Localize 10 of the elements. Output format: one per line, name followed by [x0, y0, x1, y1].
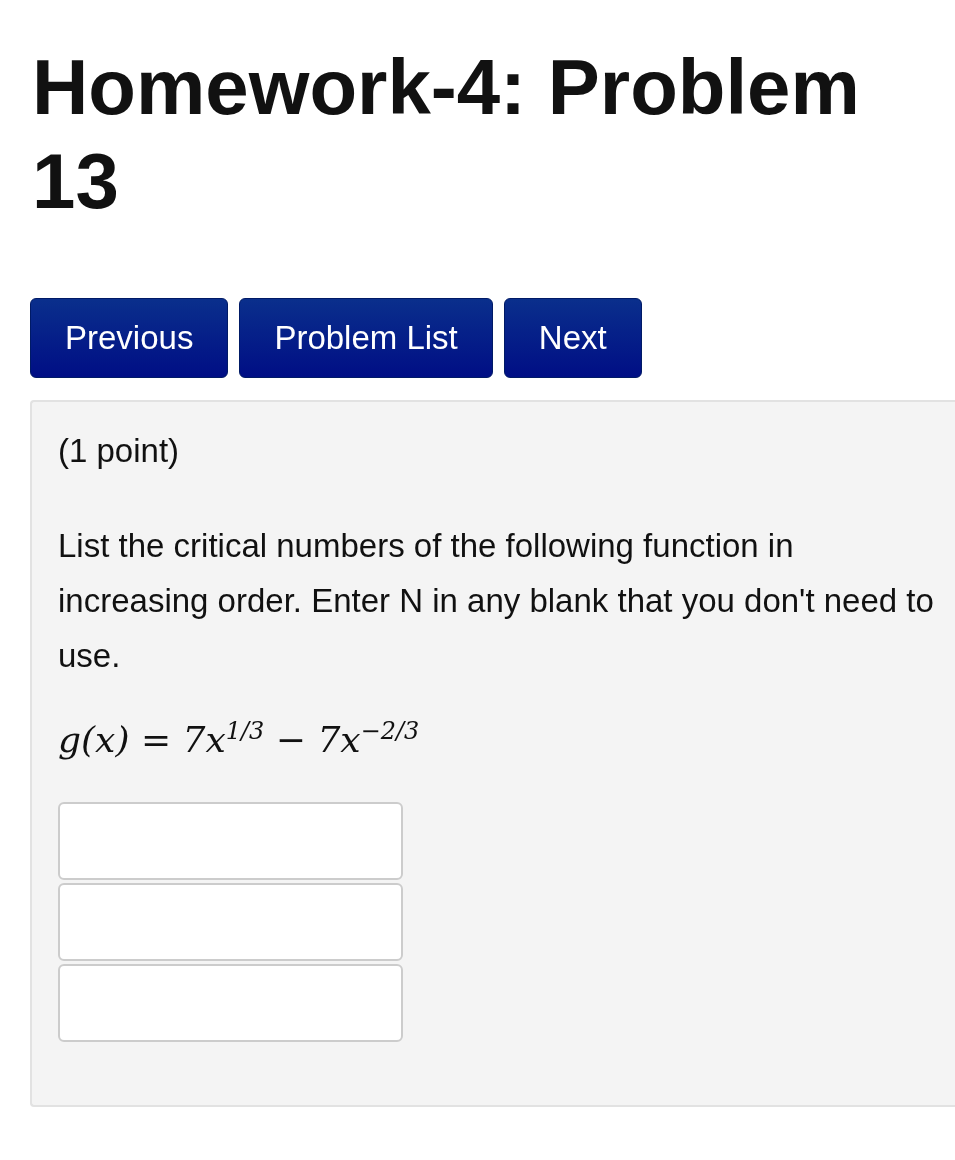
- nav-button[interactable]: Next: [503, 298, 642, 378]
- nav-button[interactable]: Problem List: [239, 298, 493, 378]
- nav-button[interactable]: Previous: [30, 298, 229, 378]
- math-formula: g(x) = 7x$^{1/3}$ − 7x$^{−2/3}$: [58, 717, 421, 760]
- page-title: Homework-4: Problem 13: [32, 42, 861, 227]
- problem-statement: List the critical numbers of the following function in increasing order. Enter N in any blank that you don't need to use.: [58, 526, 935, 676]
- answer-field[interactable]: [58, 802, 403, 880]
- points-label: (1 point): [58, 432, 181, 470]
- answer-field[interactable]: [58, 883, 403, 961]
- answer-field[interactable]: [58, 964, 403, 1042]
